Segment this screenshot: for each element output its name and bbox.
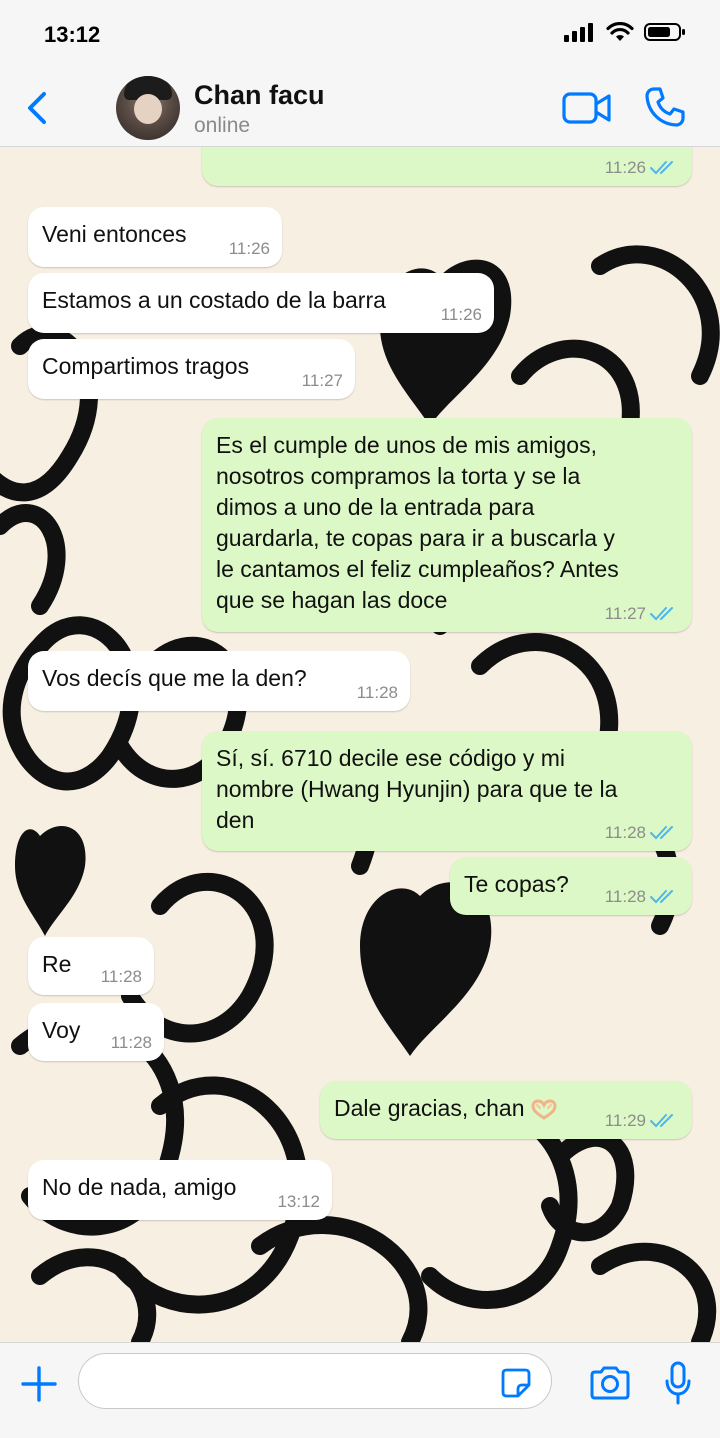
status-time: 13:12 <box>44 22 101 47</box>
message-meta: 11:28 <box>605 823 680 843</box>
message-meta: 11:27 <box>605 604 680 624</box>
message-meta: 11:26 <box>441 305 482 325</box>
plus-icon[interactable] <box>20 1365 58 1403</box>
message-bubble-outgoing[interactable]: Es el cumple de unos de mis amigos, noso… <box>202 418 692 632</box>
message-bubble-outgoing[interactable]: Te copas? 11:28 <box>450 857 692 915</box>
message-time: 11:27 <box>301 371 343 390</box>
avatar-face <box>134 94 162 124</box>
read-receipt-icon <box>650 161 673 175</box>
back-chevron-icon[interactable] <box>22 88 52 128</box>
message-time: 11:27 <box>604 604 646 623</box>
chat-header: Chan facu online <box>0 70 720 147</box>
message-bubble-outgoing[interactable]: 11:26 <box>202 146 692 186</box>
status-bar: 13:12 <box>0 0 720 70</box>
message-text: Compartimos tragos <box>42 353 250 379</box>
read-receipt-icon <box>650 826 673 840</box>
microphone-icon[interactable] <box>664 1361 692 1405</box>
phone-call-icon[interactable] <box>644 86 686 128</box>
message-meta: 13:12 <box>277 1192 320 1212</box>
avatar[interactable] <box>116 76 180 140</box>
message-meta: 11:26 <box>229 239 270 259</box>
message-time: 11:28 <box>356 683 398 702</box>
composer-bar <box>0 1342 720 1438</box>
message-time: 11:26 <box>604 158 646 177</box>
message-meta: 11:28 <box>605 887 680 907</box>
contact-status: online <box>194 114 251 137</box>
message-time: 11:28 <box>604 887 646 906</box>
status-icons <box>564 22 686 42</box>
message-meta: 11:29 <box>605 1111 680 1131</box>
message-meta: 11:28 <box>101 967 142 987</box>
message-bubble-incoming[interactable]: Vos decís que me la den? 11:28 <box>28 651 410 711</box>
message-bubble-incoming[interactable]: No de nada, amigo 13:12 <box>28 1160 332 1220</box>
message-bubble-incoming[interactable]: Veni entonces 11:26 <box>28 207 282 267</box>
read-receipt-icon <box>650 1114 673 1128</box>
message-time: 11:29 <box>604 1111 646 1130</box>
read-receipt-icon <box>650 607 673 621</box>
message-time: 11:26 <box>440 305 482 324</box>
message-text-content: Dale gracias, chan <box>334 1095 525 1121</box>
message-bubble-outgoing[interactable]: Dale gracias, chan 11:29 <box>320 1081 692 1139</box>
message-meta: 11:27 <box>302 371 343 391</box>
camera-icon[interactable] <box>588 1365 632 1401</box>
message-meta: 11:28 <box>357 683 398 703</box>
read-receipt-icon <box>650 890 673 904</box>
sticker-icon[interactable] <box>500 1367 532 1399</box>
message-bubble-incoming[interactable]: Voy 11:28 <box>28 1003 164 1061</box>
message-input[interactable] <box>78 1353 552 1409</box>
message-time: 13:12 <box>277 1192 320 1211</box>
message-time: 11:26 <box>228 239 270 258</box>
message-text: Es el cumple de unos de mis amigos, noso… <box>216 432 619 613</box>
message-time: 11:28 <box>110 1033 152 1052</box>
battery-icon <box>644 23 685 41</box>
message-time: 11:28 <box>100 967 142 986</box>
message-meta: 11:28 <box>111 1033 152 1053</box>
contact-name[interactable]: Chan facu <box>194 80 325 111</box>
message-text: Estamos a un costado de la barra <box>42 287 386 313</box>
video-call-icon[interactable] <box>562 90 612 126</box>
message-text: Vos decís que me la den? <box>42 665 307 691</box>
message-bubble-incoming[interactable]: Compartimos tragos 11:27 <box>28 339 355 399</box>
chat-area[interactable]: 11:26 Veni entonces 11:26 Estamos a un c… <box>0 146 720 1342</box>
signal-icon <box>564 23 593 42</box>
message-bubble-incoming[interactable]: Estamos a un costado de la barra 11:26 <box>28 273 494 333</box>
heart-hands-emoji-icon <box>531 1099 557 1120</box>
message-bubble-outgoing[interactable]: Sí, sí. 6710 decile ese código y mi nomb… <box>202 731 692 851</box>
wifi-icon <box>606 22 634 41</box>
message-bubble-incoming[interactable]: Re 11:28 <box>28 937 154 995</box>
message-time: 11:28 <box>604 823 646 842</box>
message-meta: 11:26 <box>605 158 680 178</box>
